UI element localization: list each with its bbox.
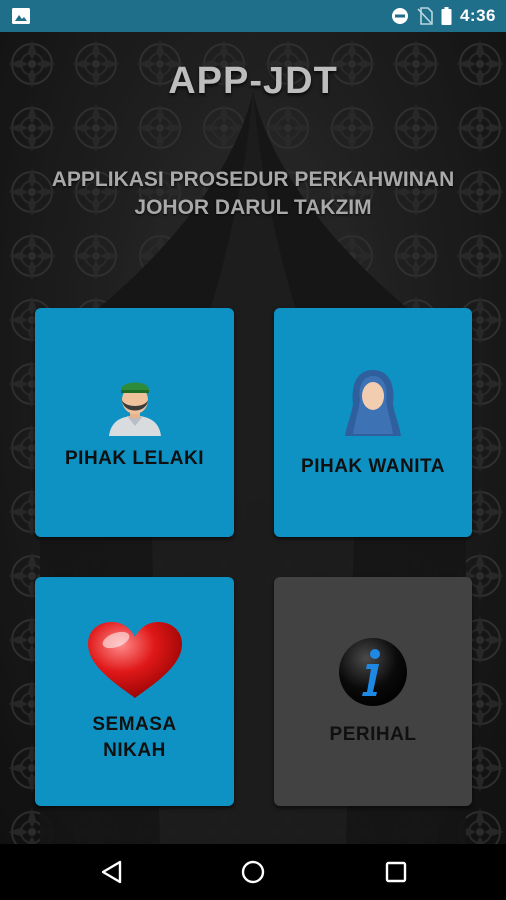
pihak-wanita-label: PIHAK WANITA	[301, 455, 445, 477]
heart-icon	[87, 621, 182, 698]
subtitle-line-2: JOHOR DARUL TAKZIM	[134, 196, 372, 219]
pihak-wanita-button[interactable]: PIHAK WANITA	[274, 308, 472, 537]
info-icon	[339, 637, 407, 706]
groom-icon	[108, 382, 161, 436]
perihal-label: PERIHAL	[329, 723, 417, 745]
navigation-bar	[0, 844, 506, 900]
battery-icon	[441, 7, 452, 25]
pihak-lelaki-button[interactable]: PIHAK LELAKI	[35, 308, 234, 537]
bride-icon	[345, 369, 401, 436]
no-sim-icon	[417, 7, 433, 25]
pihak-lelaki-label: PIHAK LELAKI	[65, 447, 204, 469]
gallery-icon	[12, 8, 30, 24]
semasa-nikah-button[interactable]: SEMASA NIKAH	[35, 577, 234, 806]
semasa-nikah-label-line-1: SEMASA	[92, 713, 177, 735]
do-not-disturb-icon	[391, 8, 408, 24]
app-subtitle: APPLIKASI PROSEDUR PERKAHWINAN JOHOR DAR…	[20, 166, 486, 222]
subtitle-line-1: APPLIKASI PROSEDUR PERKAHWINAN	[51, 168, 455, 191]
back-icon[interactable]	[98, 858, 126, 886]
status-time: 4:36	[459, 6, 496, 25]
recents-icon[interactable]	[382, 858, 410, 886]
perihal-button[interactable]: PERIHAL	[274, 577, 472, 806]
status-bar: 4:36	[0, 0, 506, 32]
semasa-nikah-label: SEMASA NIKAH	[92, 712, 176, 764]
app-title: APP-JDT	[168, 60, 338, 102]
semasa-nikah-label-line-2: NIKAH	[103, 739, 166, 761]
home-icon[interactable]	[239, 858, 267, 886]
